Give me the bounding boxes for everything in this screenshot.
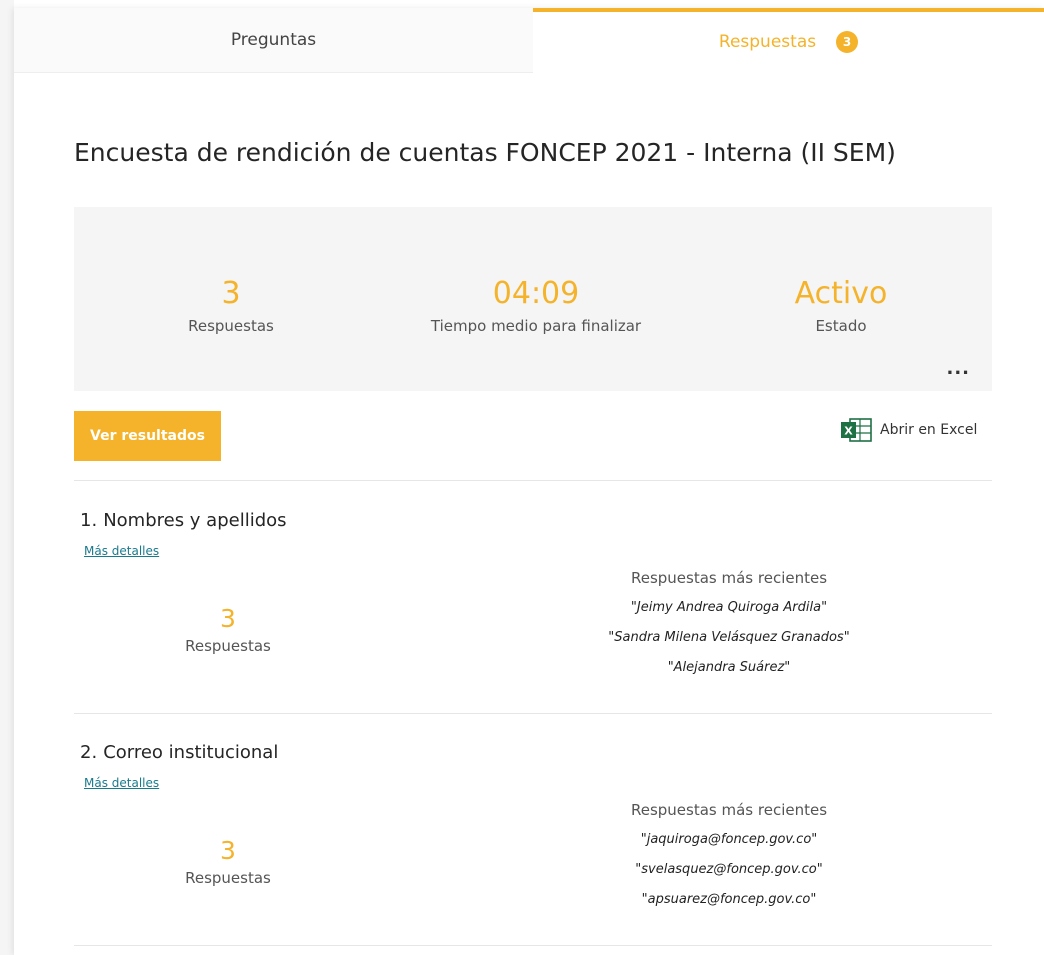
recent-responses: Respuestas más recientes "Jeimy Andrea Q… (534, 569, 924, 683)
tab-preguntas-label: Preguntas (230, 30, 317, 50)
more-details-link[interactable]: Más detalles (84, 776, 159, 790)
stat-responses-label: Respuestas (188, 317, 274, 335)
question-count-label: Respuestas (185, 637, 271, 655)
recent-response-item: "Alejandra Suárez" (667, 660, 791, 675)
page-background-strip (0, 0, 14, 955)
stat-avg-time-label: Tiempo medio para finalizar (430, 317, 642, 335)
stat-avg-time-value: 04:09 (492, 276, 580, 311)
recent-responses: Respuestas más recientes "jaquiroga@fonc… (534, 801, 924, 915)
question-count-value: 3 (220, 836, 236, 865)
view-results-button[interactable]: Ver resultados (74, 411, 221, 461)
question-count-value: 3 (220, 604, 236, 633)
open-in-excel-label: Abrir en Excel (880, 422, 978, 438)
stat-status-value: Activo (794, 276, 888, 311)
more-options-button[interactable]: ... (946, 358, 970, 379)
recent-response-item: "svelasquez@foncep.gov.co" (635, 862, 823, 877)
recent-response-item: "jaquiroga@foncep.gov.co" (640, 832, 818, 847)
question-number: 1. (80, 510, 98, 531)
tab-bar: Preguntas Respuestas 3 (14, 8, 1044, 73)
question-title: 2. Correo institucional (80, 742, 278, 763)
recent-response-item: "Jeimy Andrea Quiroga Ardila" (630, 600, 828, 615)
stat-status-label: Estado (815, 317, 867, 335)
svg-text:X: X (844, 425, 853, 438)
question-response-count: 3 Respuestas (108, 836, 348, 887)
recent-response-item: "apsuarez@foncep.gov.co" (641, 892, 817, 907)
tab-respuestas-label: Respuestas (718, 32, 817, 52)
divider (74, 713, 992, 714)
summary-panel: 3 Respuestas 04:09 Tiempo medio para fin… (74, 207, 992, 391)
recent-responses-header: Respuestas más recientes (630, 801, 828, 819)
recent-response-item: "Sandra Milena Velásquez Granados" (608, 630, 850, 645)
excel-icon: X (841, 418, 872, 442)
recent-responses-header: Respuestas más recientes (630, 569, 828, 587)
stat-avg-time: 04:09 Tiempo medio para finalizar (416, 276, 656, 336)
question-number: 2. (80, 742, 98, 763)
tab-preguntas[interactable]: Preguntas (14, 8, 533, 73)
open-in-excel-button[interactable]: X Abrir en Excel (840, 418, 977, 442)
form-title: Encuesta de rendición de cuentas FONCEP … (74, 138, 896, 167)
tab-respuestas[interactable]: Respuestas 3 (533, 8, 1044, 72)
question-response-count: 3 Respuestas (108, 604, 348, 655)
divider (74, 945, 992, 946)
stat-responses: 3 Respuestas (111, 276, 351, 336)
divider (74, 480, 992, 481)
question-text: Nombres y apellidos (103, 510, 287, 531)
question-text: Correo institucional (103, 742, 279, 763)
more-details-link[interactable]: Más detalles (84, 544, 159, 558)
question-title: 1. Nombres y apellidos (80, 510, 287, 531)
question-count-label: Respuestas (185, 869, 271, 887)
stat-status: Activo Estado (721, 276, 961, 336)
form-responses-panel: Preguntas Respuestas 3 Encuesta de rendi… (14, 8, 1044, 955)
stat-responses-value: 3 (221, 276, 241, 311)
responses-count-badge: 3 (836, 31, 859, 53)
